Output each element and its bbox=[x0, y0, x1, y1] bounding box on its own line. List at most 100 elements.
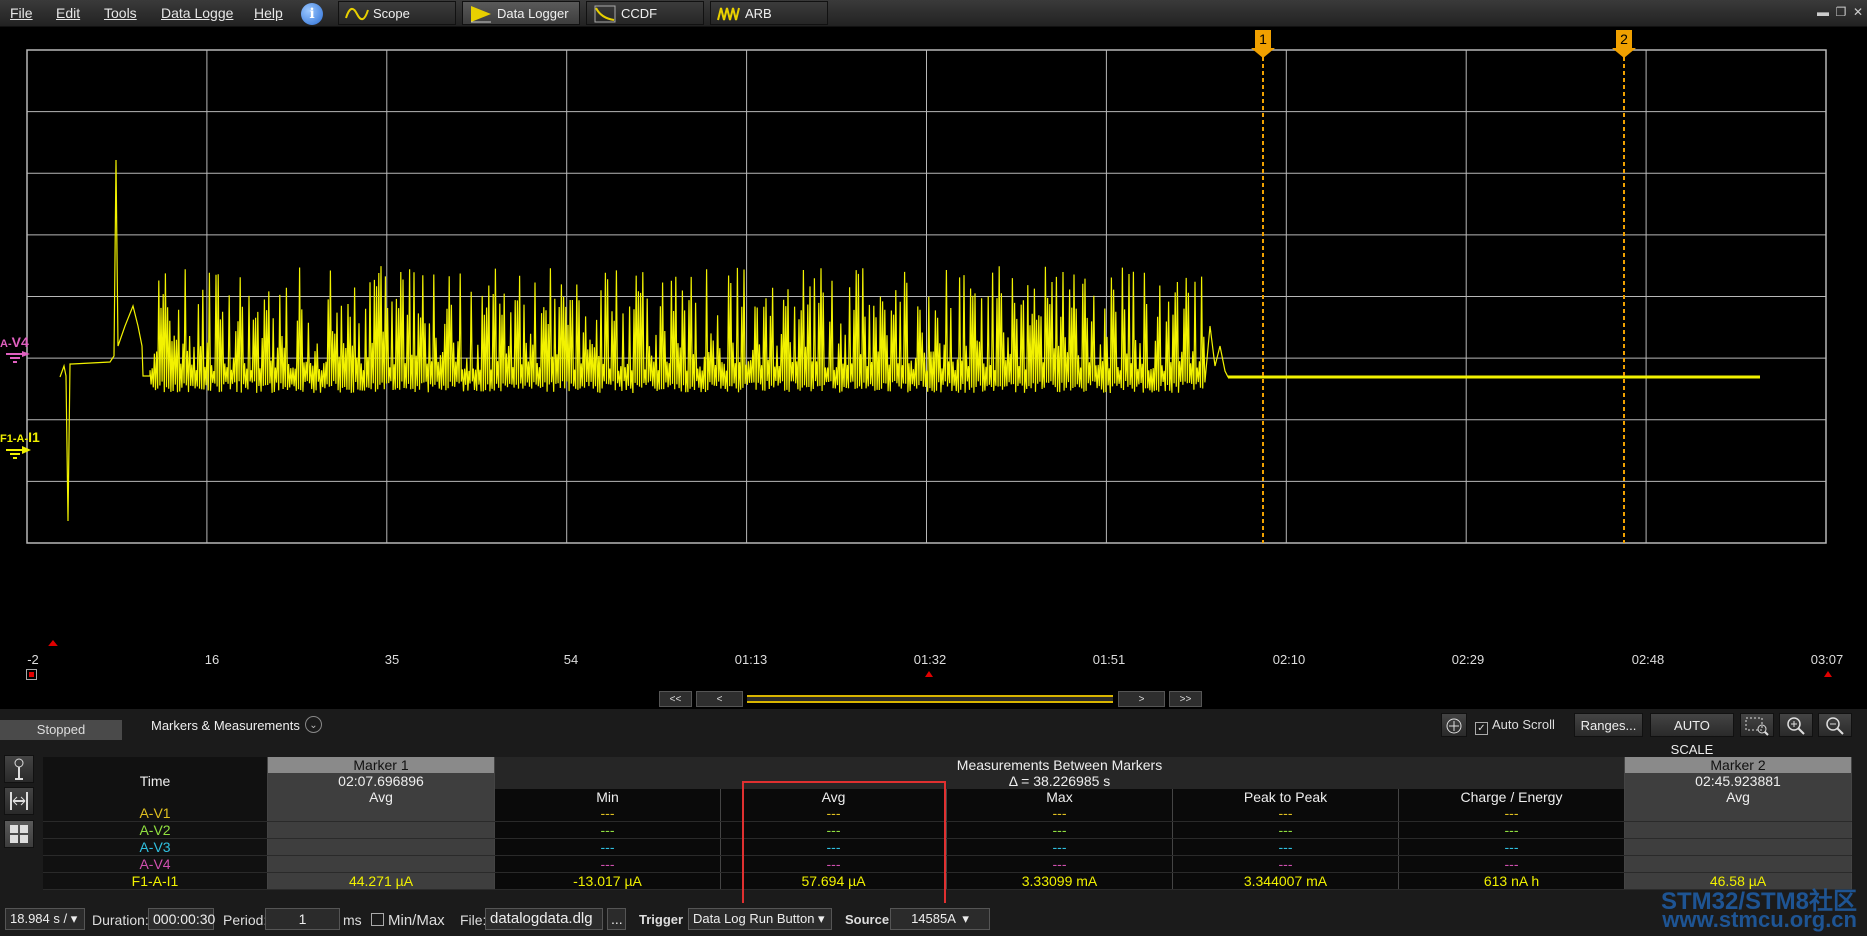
menu-edit[interactable]: Edit bbox=[56, 5, 80, 21]
tab-ccdf[interactable]: CCDF bbox=[586, 1, 704, 25]
table-cell: --- bbox=[1172, 855, 1399, 873]
table-cell bbox=[1624, 838, 1852, 856]
table-cell: --- bbox=[494, 838, 721, 856]
restore-icon[interactable]: ❐ bbox=[1834, 5, 1848, 19]
marker-1-flag-tip bbox=[1251, 48, 1275, 58]
period-input[interactable]: 1 bbox=[265, 908, 340, 930]
between-markers-header: Measurements Between Markers bbox=[494, 757, 1625, 773]
source-label: Source bbox=[845, 912, 890, 927]
duration-input[interactable]: 000:00:30 bbox=[148, 908, 215, 930]
marker1-header: Marker 1 bbox=[267, 757, 495, 773]
row-label: F1-A-I1 bbox=[43, 872, 268, 890]
scroll-marker-icon bbox=[925, 671, 933, 677]
scroll-prev-button[interactable]: < bbox=[696, 691, 743, 707]
data-logger-plot[interactable] bbox=[0, 26, 1867, 646]
scroll-first-button[interactable]: << bbox=[659, 691, 692, 707]
source-select[interactable]: 14585A ▾ bbox=[890, 908, 990, 930]
tab-arb[interactable]: ARB bbox=[710, 1, 828, 25]
current-trace-line bbox=[59, 159, 1760, 522]
table-cell: 613 nA h bbox=[1398, 872, 1625, 890]
marker-2-flag[interactable]: 2 bbox=[1616, 30, 1632, 48]
browse-button[interactable]: ... bbox=[607, 908, 626, 930]
minmax-checkbox[interactable]: Min/Max bbox=[371, 912, 445, 929]
marker1-time: 02:07.696896 bbox=[267, 773, 495, 789]
x-tick-label: 01:32 bbox=[913, 652, 947, 667]
trigger-label: Trigger bbox=[639, 912, 684, 927]
menu-tools[interactable]: Tools bbox=[104, 5, 137, 21]
grid-layout-button[interactable] bbox=[4, 820, 34, 848]
menu-data-logger[interactable]: Data Logge bbox=[161, 5, 233, 21]
menu-bar: File Edit Tools Data Logge Help i Scope … bbox=[0, 0, 1867, 27]
minimize-icon[interactable]: ▬ bbox=[1816, 5, 1830, 19]
auto-scroll-checkbox[interactable]: ✓ Auto Scroll bbox=[1475, 717, 1555, 735]
channel-label-a-v4[interactable]: A-V4 bbox=[0, 334, 29, 350]
timebase-select[interactable]: 18.984 s / ▾ bbox=[5, 908, 85, 930]
table-cell bbox=[1624, 821, 1852, 839]
trigger-start-icon bbox=[48, 640, 58, 646]
marker-span-icon bbox=[10, 792, 28, 810]
info-icon[interactable]: i bbox=[301, 3, 323, 25]
column-header: Avg bbox=[267, 789, 495, 805]
x-tick-label: -2 bbox=[27, 652, 39, 667]
column-header: Charge / Energy bbox=[1398, 789, 1625, 805]
marker-1-flag[interactable]: 1 bbox=[1255, 30, 1271, 48]
data-logger-icon bbox=[471, 6, 491, 23]
delta-time: Δ = 38.226985 s bbox=[494, 773, 1625, 789]
trigger-select[interactable]: Data Log Run Button ▾ bbox=[688, 908, 832, 930]
auto-scale-button[interactable]: AUTO SCALE bbox=[1650, 713, 1734, 757]
table-cell: --- bbox=[946, 855, 1173, 873]
crosshair-plus-icon bbox=[1446, 718, 1462, 734]
x-tick-label: 54 bbox=[563, 652, 579, 667]
table-cell: --- bbox=[946, 838, 1173, 856]
time-label: Time bbox=[43, 773, 268, 789]
row-label: A-V3 bbox=[43, 838, 268, 856]
ranges-button[interactable]: Ranges... bbox=[1574, 713, 1643, 737]
scroll-track[interactable] bbox=[747, 695, 1113, 703]
chevron-down-icon[interactable]: ⌄ bbox=[305, 716, 322, 733]
column-header: Avg bbox=[1624, 789, 1852, 805]
scroll-last-button[interactable]: >> bbox=[1169, 691, 1202, 707]
table-cell: 3.344007 mA bbox=[1172, 872, 1399, 890]
marker-span-button[interactable] bbox=[4, 787, 34, 815]
table-cell bbox=[1624, 805, 1852, 822]
table-cell: --- bbox=[1172, 805, 1399, 822]
x-tick-label: 03:07 bbox=[1810, 652, 1844, 667]
add-marker-button[interactable] bbox=[1441, 713, 1467, 737]
menu-file[interactable]: File bbox=[10, 5, 33, 21]
menu-help[interactable]: Help bbox=[254, 5, 283, 21]
zoom-box-button[interactable] bbox=[1740, 713, 1774, 737]
probe-tool-button[interactable] bbox=[4, 755, 34, 783]
file-input[interactable]: datalogdata.dlg bbox=[485, 908, 603, 930]
duration-label: Duration: bbox=[92, 912, 149, 928]
row-label: A-V4 bbox=[43, 855, 268, 873]
sine-wave-icon bbox=[345, 7, 369, 21]
grid-layout-icon bbox=[10, 825, 28, 843]
tab-data-logger[interactable]: Data Logger bbox=[462, 1, 580, 25]
table-cell: --- bbox=[1398, 805, 1625, 822]
zoom-in-button[interactable] bbox=[1779, 713, 1813, 737]
period-unit: ms bbox=[343, 912, 362, 928]
run-status: Stopped bbox=[0, 720, 122, 740]
column-header: Peak to Peak bbox=[1172, 789, 1399, 805]
table-row: F1-A-I1 44.271 µA -13.017 µA 57.694 µA 3.330… bbox=[43, 872, 1852, 890]
table-cell: --- bbox=[1398, 838, 1625, 856]
table-row: A-V4 --- --- --- --- --- bbox=[43, 855, 1852, 873]
panel-title: Markers & Measurements bbox=[151, 718, 300, 733]
column-header: Min bbox=[494, 789, 721, 805]
table-cell: --- bbox=[1172, 821, 1399, 839]
table-header-row: Marker 1 Measurements Between Markers Ma… bbox=[43, 757, 1852, 773]
probe-icon bbox=[14, 758, 24, 780]
checkbox-icon bbox=[371, 913, 384, 926]
zoom-box-icon bbox=[1745, 717, 1769, 736]
zoom-out-button[interactable] bbox=[1818, 713, 1852, 737]
x-tick-label: 16 bbox=[204, 652, 220, 667]
zoom-reset-icon[interactable] bbox=[26, 669, 37, 680]
marker2-time: 02:45.923881 bbox=[1624, 773, 1852, 789]
avg-highlight-box bbox=[742, 781, 946, 905]
table-cell bbox=[267, 821, 495, 839]
table-cell: 44.271 µA bbox=[267, 872, 495, 890]
scroll-next-button[interactable]: > bbox=[1118, 691, 1165, 707]
tab-scope[interactable]: Scope bbox=[338, 1, 456, 25]
close-icon[interactable]: ✕ bbox=[1851, 5, 1865, 19]
channel-label-f1-a-i1[interactable]: F1-A-I1 bbox=[0, 429, 40, 445]
